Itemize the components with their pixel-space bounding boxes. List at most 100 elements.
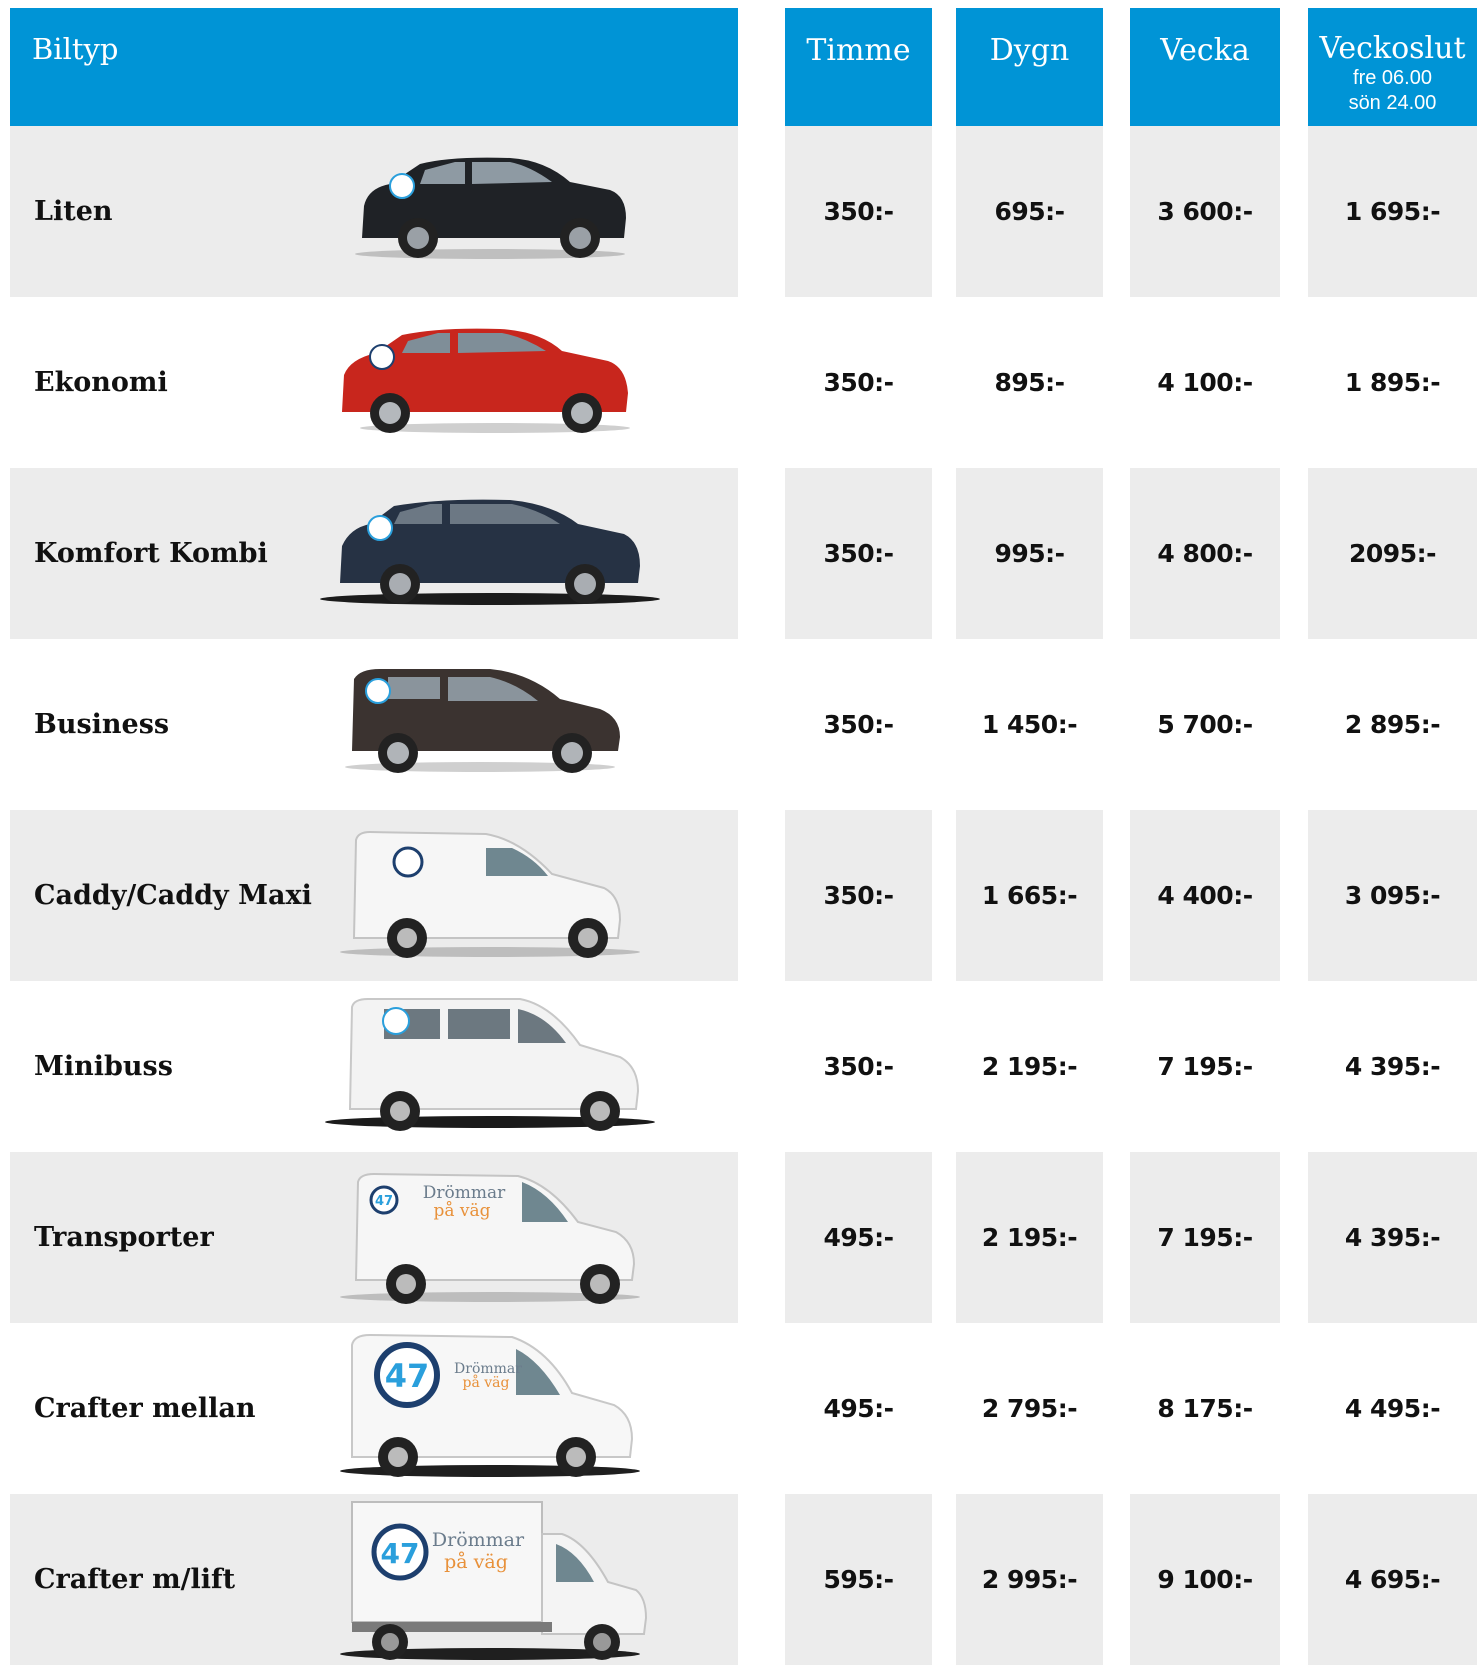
- vehicle-cell: Komfort Kombi: [10, 468, 738, 639]
- price-vecka: 4 800:-: [1157, 539, 1253, 568]
- price-cell-timme: 595:-: [785, 1494, 932, 1665]
- price-timme: 350:-: [823, 197, 894, 226]
- price-dygn: 2 195:-: [981, 1223, 1078, 1252]
- price-cell-timme: 350:-: [785, 468, 932, 639]
- price-timme: 495:-: [823, 1223, 894, 1252]
- vehicle-cell: Crafter mellan 47 Drömmar på väg: [10, 1323, 738, 1494]
- price-veckoslut: 4 695:-: [1344, 1565, 1441, 1594]
- price-vecka: 7 195:-: [1157, 1223, 1253, 1252]
- slogan-line2: på väg: [463, 1374, 510, 1391]
- slogan-line2: på väg: [444, 1551, 508, 1573]
- price-cell-veckoslut: 4 495:-: [1308, 1323, 1477, 1494]
- price-cell-vecka: 8 175:-: [1130, 1323, 1280, 1494]
- price-cell-veckoslut: 3 095:-: [1308, 810, 1477, 981]
- vehicle-cell: Ekonomi: [10, 297, 738, 468]
- price-timme: 350:-: [823, 881, 894, 910]
- price-veckoslut: 2 895:-: [1344, 710, 1441, 739]
- hatchback-black-image: [355, 157, 626, 259]
- header-veckoslut-from: fre 06.00: [1353, 67, 1432, 89]
- price-cell-dygn: 2 795:-: [956, 1323, 1103, 1494]
- price-veckoslut: 1 695:-: [1344, 197, 1441, 226]
- hatchback-red-image: [342, 328, 630, 433]
- price-cell-veckoslut: 1 695:-: [1308, 126, 1477, 297]
- price-cell-dygn: 995:-: [956, 468, 1103, 639]
- price-cell-dygn: 895:-: [956, 297, 1103, 468]
- price-dygn: 895:-: [994, 368, 1065, 397]
- price-dygn: 995:-: [994, 539, 1065, 568]
- slogan-line2: på väg: [433, 1201, 490, 1221]
- price-vecka: 7 195:-: [1157, 1052, 1253, 1081]
- price-cell-dygn: 2 195:-: [956, 1152, 1103, 1323]
- vehicle-cell: Minibuss: [10, 981, 738, 1152]
- header-vecka: Vecka: [1130, 8, 1280, 126]
- price-cell-timme: 495:-: [785, 1323, 932, 1494]
- price-timme: 495:-: [823, 1394, 894, 1423]
- header-veckoslut-label: Veckoslut: [1319, 31, 1466, 66]
- price-cell-veckoslut: 1 895:-: [1308, 297, 1477, 468]
- vehicle-name: Crafter m/lift: [34, 1564, 236, 1595]
- price-cell-veckoslut: 4 695:-: [1308, 1494, 1477, 1665]
- logo-47-text: 47: [375, 1194, 393, 1209]
- vehicle-name: Business: [34, 709, 170, 740]
- price-cell-dygn: 2 195:-: [956, 981, 1103, 1152]
- vehicle-cell: Caddy/Caddy Maxi: [10, 810, 738, 981]
- price-vecka: 8 175:-: [1157, 1394, 1253, 1423]
- vehicle-name: Transporter: [34, 1222, 214, 1253]
- box-truck-white-image: 47 Drömmar på väg: [340, 1501, 648, 1660]
- price-cell-vecka: 7 195:-: [1130, 1152, 1280, 1323]
- header-dygn-label: Dygn: [989, 33, 1070, 68]
- logo-47-text: 47: [385, 1357, 430, 1395]
- vehicle-name: Liten: [34, 196, 113, 227]
- table-row: Komfort Kombi 350:- 995:- 4 800:- 2095:-: [0, 468, 1477, 639]
- price-cell-timme: 350:-: [785, 126, 932, 297]
- vehicle-name: Caddy/Caddy Maxi: [34, 880, 312, 911]
- van-small-white-image: [340, 830, 640, 958]
- price-cell-veckoslut: 4 395:-: [1308, 981, 1477, 1152]
- price-timme: 350:-: [823, 368, 894, 397]
- mpv-brown-image: [345, 669, 620, 773]
- table-row: Crafter mellan 47 Drömmar på väg 495:- 2…: [0, 1323, 1477, 1494]
- price-cell-timme: 350:-: [785, 981, 932, 1152]
- header-vecka-label: Vecka: [1160, 33, 1250, 68]
- header-biltyp: Biltyp: [10, 8, 738, 126]
- price-dygn: 695:-: [994, 197, 1065, 226]
- vehicle-name: Ekonomi: [34, 367, 168, 398]
- price-timme: 350:-: [823, 539, 894, 568]
- price-dygn: 1 450:-: [981, 710, 1078, 739]
- price-cell-vecka: 4 400:-: [1130, 810, 1280, 981]
- price-cell-timme: 350:-: [785, 297, 932, 468]
- price-veckoslut: 4 395:-: [1344, 1052, 1441, 1081]
- price-dygn: 1 665:-: [981, 881, 1078, 910]
- table-row: Ekonomi 350:- 895:- 4 100:- 1 895:-: [0, 297, 1477, 468]
- price-veckoslut: 1 895:-: [1344, 368, 1441, 397]
- price-cell-dygn: 695:-: [956, 126, 1103, 297]
- price-cell-vecka: 7 195:-: [1130, 981, 1280, 1152]
- vehicle-cell: Transporter 47 Drömmar på väg: [10, 1152, 738, 1323]
- vehicle-name: Komfort Kombi: [34, 538, 268, 569]
- price-timme: 350:-: [823, 710, 894, 739]
- price-cell-dygn: 1 665:-: [956, 810, 1103, 981]
- price-cell-timme: 350:-: [785, 639, 932, 810]
- vehicle-cell: Business: [10, 639, 738, 810]
- vehicle-cell: Liten: [10, 126, 738, 297]
- table-row: Minibuss 350:- 2 195:- 7 195:- 4 395:-: [0, 981, 1477, 1152]
- van-tall-white-image: 47 Drömmar på väg: [340, 1333, 640, 1477]
- table-row: Caddy/Caddy Maxi 350:- 1 665:- 4 400:- 3…: [0, 810, 1477, 981]
- price-cell-dygn: 1 450:-: [956, 639, 1103, 810]
- price-vecka: 4 400:-: [1157, 881, 1253, 910]
- price-vecka: 5 700:-: [1157, 710, 1253, 739]
- price-cell-vecka: 5 700:-: [1130, 639, 1280, 810]
- header-biltyp-label: Biltyp: [32, 32, 119, 66]
- price-cell-dygn: 2 995:-: [956, 1494, 1103, 1665]
- vehicle-name: Crafter mellan: [34, 1393, 256, 1424]
- minibus-white-image: [325, 998, 655, 1131]
- table-row: Transporter 47 Drömmar på väg 495:- 2 19…: [0, 1152, 1477, 1323]
- slogan-line1: Drömmar: [423, 1183, 506, 1203]
- price-dygn: 2 995:-: [981, 1565, 1078, 1594]
- price-dygn: 2 195:-: [981, 1052, 1078, 1081]
- price-cell-veckoslut: 4 395:-: [1308, 1152, 1477, 1323]
- price-timme: 350:-: [823, 1052, 894, 1081]
- price-cell-veckoslut: 2095:-: [1308, 468, 1477, 639]
- price-vecka: 4 100:-: [1157, 368, 1253, 397]
- vehicle-cell: Crafter m/lift 47 Drömmar på väg: [10, 1494, 738, 1665]
